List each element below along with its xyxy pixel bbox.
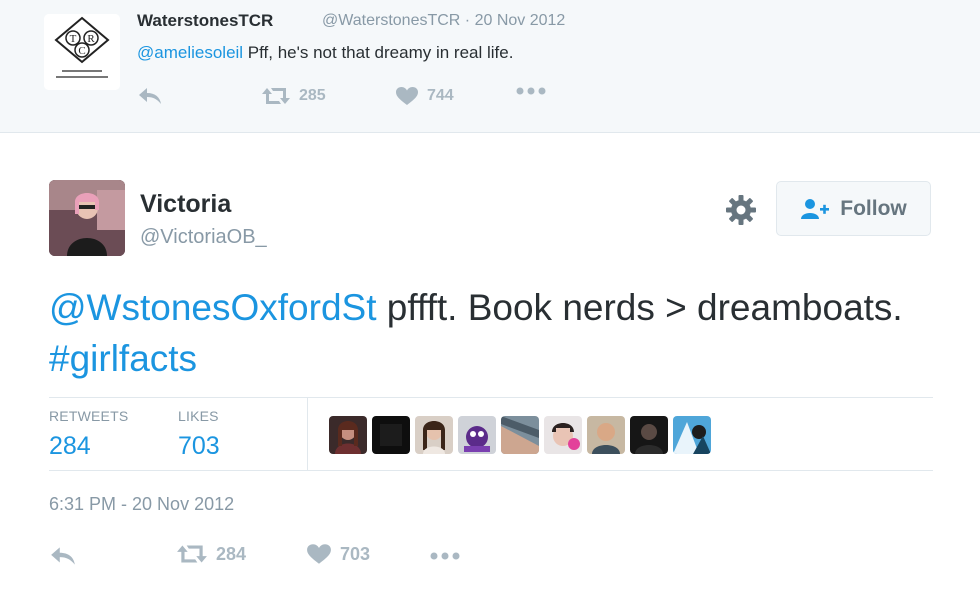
reply-button[interactable] — [49, 545, 77, 567]
heart-icon — [396, 87, 418, 105]
hashtag-link[interactable]: #girlfacts — [49, 338, 197, 379]
liker-photo — [673, 416, 711, 454]
follow-label: Follow — [840, 196, 907, 220]
main-actions: 284 703 — [49, 543, 549, 571]
reply-icon — [51, 547, 75, 565]
reply-icon — [139, 88, 161, 104]
liker-photo — [415, 416, 453, 454]
parent-tweet[interactable]: T R C WaterstonesTCR @WaterstonesTCR · 2… — [0, 0, 980, 133]
main-like-count: 703 — [340, 543, 371, 564]
retweets-label: RETWEETS — [49, 408, 129, 424]
liker-avatar[interactable] — [544, 416, 582, 454]
liker-avatar[interactable] — [587, 416, 625, 454]
liker-avatar[interactable] — [630, 416, 668, 454]
more-button[interactable] — [515, 86, 547, 96]
parent-mention-link[interactable]: @ameliesoleil — [137, 43, 243, 62]
parent-meta: @WaterstonesTCR · 20 Nov 2012 — [322, 12, 565, 30]
main-tweet-text: @WstonesOxfordSt pffft. Book nerds > dre… — [49, 282, 929, 384]
tweet-body: pffft. Book nerds > dreamboats. — [376, 287, 903, 328]
mention-link[interactable]: @WstonesOxfordSt — [49, 287, 377, 328]
retweet-button[interactable]: 285 — [261, 86, 326, 106]
parent-avatar[interactable]: T R C — [44, 14, 120, 90]
follow-button[interactable]: Follow — [776, 181, 931, 236]
likes-label: LIKES — [178, 408, 219, 424]
liker-avatar[interactable] — [372, 416, 410, 454]
avatar-photo — [49, 180, 125, 256]
liker-photo — [372, 416, 410, 454]
parent-text-body: Pff, he's not that dreamy in real life. — [243, 43, 514, 62]
svg-text:R: R — [87, 33, 95, 45]
liker-photo — [587, 416, 625, 454]
more-icon — [430, 552, 460, 560]
tweet-timestamp[interactable]: 6:31 PM - 20 Nov 2012 — [49, 494, 234, 515]
liker-photo — [329, 416, 367, 454]
liker-avatar[interactable] — [415, 416, 453, 454]
stats-divider — [307, 398, 308, 470]
parent-date[interactable]: 20 Nov 2012 — [475, 12, 566, 29]
follow-user-icon — [801, 198, 830, 219]
more-icon — [516, 87, 546, 95]
liker-photo — [501, 416, 539, 454]
retweets-stat[interactable]: RETWEETS 284 — [49, 408, 128, 461]
parent-retweet-count: 285 — [299, 87, 326, 104]
main-handle[interactable]: @VictoriaOB_ — [140, 226, 267, 249]
parent-like-count: 744 — [427, 87, 454, 104]
likes-value: 703 — [178, 432, 220, 460]
liker-avatar[interactable] — [458, 416, 496, 454]
liker-photo — [544, 416, 582, 454]
reply-button[interactable] — [137, 86, 163, 106]
liker-avatar[interactable] — [329, 416, 367, 454]
parent-actions: 285 744 — [137, 86, 637, 112]
retweet-icon — [262, 88, 290, 104]
main-avatar[interactable] — [49, 180, 125, 256]
svg-text:T: T — [70, 33, 77, 45]
liker-photo — [630, 416, 668, 454]
retweet-icon — [177, 545, 207, 563]
settings-button[interactable] — [725, 194, 757, 226]
retweet-button[interactable]: 284 — [176, 543, 246, 565]
heart-icon — [307, 544, 331, 564]
likes-stat[interactable]: LIKES 703 — [178, 408, 220, 461]
like-button[interactable]: 703 — [306, 543, 370, 565]
parent-separator: · — [464, 12, 471, 29]
main-retweet-count: 284 — [216, 543, 247, 564]
waterstones-logo: T R C — [44, 14, 120, 90]
like-button[interactable]: 744 — [395, 86, 454, 106]
retweets-value: 284 — [49, 432, 91, 460]
gear-icon — [726, 195, 756, 225]
main-display-name[interactable]: Victoria — [140, 190, 231, 219]
liker-avatar[interactable] — [501, 416, 539, 454]
svg-text:C: C — [78, 45, 85, 57]
parent-tweet-text: @ameliesoleil Pff, he's not that dreamy … — [137, 43, 513, 63]
more-button[interactable] — [429, 551, 461, 561]
parent-display-name[interactable]: WaterstonesTCR — [137, 11, 273, 31]
tweet-stats: RETWEETS 284 LIKES 703 — [49, 397, 933, 471]
liker-photo — [458, 416, 496, 454]
parent-handle[interactable]: @WaterstonesTCR — [322, 12, 460, 29]
liker-avatar[interactable] — [673, 416, 711, 454]
liker-avatars — [329, 416, 711, 454]
